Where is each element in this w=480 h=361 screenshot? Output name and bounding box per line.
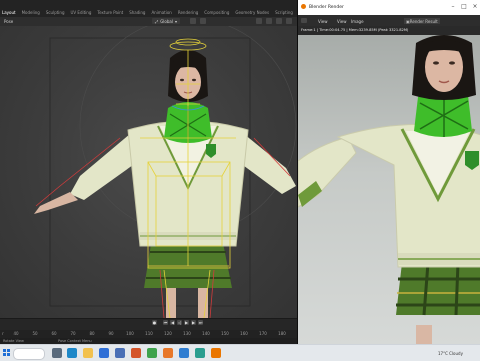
- store-icon[interactable]: [115, 348, 125, 358]
- timeline-tick: 140: [202, 331, 210, 336]
- search-box[interactable]: [13, 348, 45, 360]
- render-plaid-skirt: [396, 263, 480, 315]
- image-select-dropdown[interactable]: ▣ Render Result: [404, 18, 440, 24]
- chrome-icon[interactable]: [147, 348, 157, 358]
- proportional-edit-icon[interactable]: [200, 18, 206, 24]
- timeline-tick: 170: [259, 331, 267, 336]
- workspace-bar: Layout Modeling Sculpting UV Editing Tex…: [0, 0, 297, 18]
- render-stats: Frame:1 | Time:00:04.75 | Mem:3239.85M (…: [301, 28, 409, 32]
- render-info-bar: Frame:1 | Time:00:04.75 | Mem:3239.85M (…: [298, 26, 480, 35]
- viewport-scene: [34, 26, 297, 318]
- tab-modeling[interactable]: Modeling: [22, 10, 40, 15]
- menu-image[interactable]: Image: [351, 19, 364, 24]
- rendered-image[interactable]: [298, 35, 480, 344]
- weather-widget[interactable]: 17°C Cloudy: [438, 351, 463, 356]
- render-window: Blender Render – □ × View View Image ▣ R…: [297, 0, 480, 344]
- timeline-tick: 120: [164, 331, 172, 336]
- keyframe-record-icon[interactable]: ●: [152, 320, 157, 325]
- status-rotate-view: Rotate View: [3, 339, 24, 343]
- shading-rendered-icon[interactable]: [286, 18, 292, 24]
- task-view-icon[interactable]: [52, 348, 62, 358]
- orientation-icon: ⤢: [155, 18, 159, 24]
- timeline-tick: 60: [51, 331, 57, 336]
- timeline-tick: r: [2, 331, 4, 336]
- blender-icon[interactable]: [211, 348, 221, 358]
- start-icon[interactable]: [3, 349, 10, 356]
- tab-uv-editing[interactable]: UV Editing: [71, 10, 92, 15]
- render-window-titlebar[interactable]: Blender Render – □ ×: [298, 0, 480, 15]
- window-title: Blender Render: [309, 5, 344, 10]
- mode-label[interactable]: Pose: [4, 19, 13, 24]
- overlay-icon[interactable]: [256, 18, 262, 24]
- timeline-tick: 180: [278, 331, 286, 336]
- render-scene: [298, 35, 480, 344]
- chevron-down-icon: ▾: [174, 18, 177, 24]
- editor-type-icon[interactable]: [301, 18, 307, 23]
- render-result-label: Render Result: [409, 18, 438, 24]
- photos-icon[interactable]: [179, 348, 189, 358]
- play-icon[interactable]: ▶: [184, 320, 189, 325]
- tab-animation[interactable]: Animation: [151, 10, 171, 15]
- timeline-tick: 50: [32, 331, 38, 336]
- mail-icon[interactable]: [99, 348, 109, 358]
- blender-icon: [301, 4, 306, 9]
- tab-layout[interactable]: Layout: [2, 10, 16, 15]
- timeline-tick: 70: [70, 331, 76, 336]
- close-icon[interactable]: ×: [470, 2, 480, 11]
- timeline-ruler[interactable]: r 40 50 60 70 80 90 100 110 120 130 140 …: [0, 330, 297, 338]
- maximize-icon[interactable]: □: [459, 2, 469, 11]
- timeline-tick: 40: [13, 331, 19, 336]
- playback-controls: ⏮ ◀ ◁ ▶ ▶ ⏭: [163, 320, 203, 325]
- 3d-viewport[interactable]: [0, 26, 297, 318]
- tab-geometry-nodes[interactable]: Geometry Nodes: [235, 10, 269, 15]
- menu-view-2[interactable]: View: [337, 19, 347, 24]
- status-context-menu: Pose Context Menu: [58, 339, 92, 343]
- play-reverse-icon[interactable]: ◁: [177, 320, 182, 325]
- blender-main-window: Layout Modeling Sculpting UV Editing Tex…: [0, 0, 297, 344]
- transform-orientation-dropdown[interactable]: ⤢ Global ▾: [152, 18, 180, 24]
- jump-start-icon[interactable]: ⏮: [163, 320, 168, 325]
- tab-rendering[interactable]: Rendering: [178, 10, 198, 15]
- tab-scripting[interactable]: Scripting: [275, 10, 293, 15]
- office-icon[interactable]: [131, 348, 141, 358]
- edge-icon[interactable]: [67, 348, 77, 358]
- file-explorer-icon[interactable]: [83, 348, 93, 358]
- jump-end-icon[interactable]: ⏭: [198, 320, 203, 325]
- timeline-tick: 90: [108, 331, 114, 336]
- tab-compositing[interactable]: Compositing: [204, 10, 229, 15]
- tab-texture-paint[interactable]: Texture Paint: [97, 10, 123, 15]
- prev-keyframe-icon[interactable]: ◀: [170, 320, 175, 325]
- timeline-tick: 100: [126, 331, 134, 336]
- taskbar: 17°C Cloudy: [0, 344, 480, 361]
- menu-view[interactable]: View: [318, 19, 328, 24]
- tab-sculpting[interactable]: Sculpting: [46, 10, 65, 15]
- shading-material-icon[interactable]: [276, 18, 282, 24]
- workspace-tabs: Layout Modeling Sculpting UV Editing Tex…: [2, 10, 293, 15]
- image-editor-header: View View Image ▣ Render Result: [298, 15, 480, 26]
- next-keyframe-icon[interactable]: ▶: [191, 320, 196, 325]
- shading-solid-icon[interactable]: [266, 18, 272, 24]
- timeline-tick: 160: [240, 331, 248, 336]
- minimize-icon[interactable]: –: [448, 2, 458, 11]
- timeline-tick: 150: [221, 331, 229, 336]
- firefox-icon[interactable]: [163, 348, 173, 358]
- snap-icon[interactable]: [190, 18, 196, 24]
- timeline-tick: 130: [183, 331, 191, 336]
- orientation-label: Global: [160, 18, 173, 24]
- timeline-tick: 80: [89, 331, 95, 336]
- app-icon[interactable]: [195, 348, 205, 358]
- timeline-tick: 110: [145, 331, 153, 336]
- tab-shading[interactable]: Shading: [129, 10, 145, 15]
